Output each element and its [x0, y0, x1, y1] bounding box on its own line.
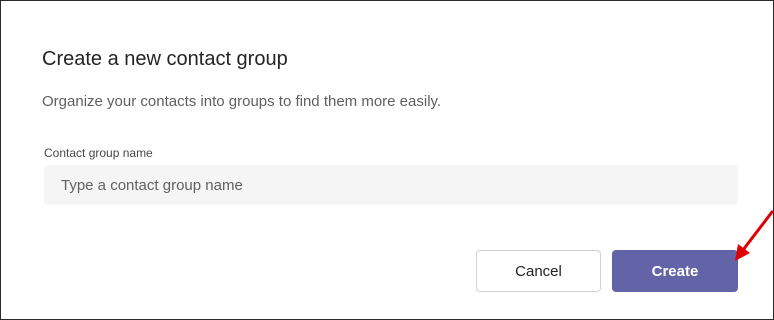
dialog-subtitle: Organize your contacts into groups to fi…: [42, 93, 442, 110]
cancel-button[interactable]: Cancel: [476, 250, 601, 292]
create-button[interactable]: Create: [612, 250, 738, 292]
contact-group-name-input[interactable]: [44, 165, 738, 205]
create-contact-group-dialog: Create a new contact group Organize your…: [0, 0, 774, 320]
contact-group-name-label: Contact group name: [44, 146, 153, 160]
dialog-title: Create a new contact group: [42, 48, 288, 70]
